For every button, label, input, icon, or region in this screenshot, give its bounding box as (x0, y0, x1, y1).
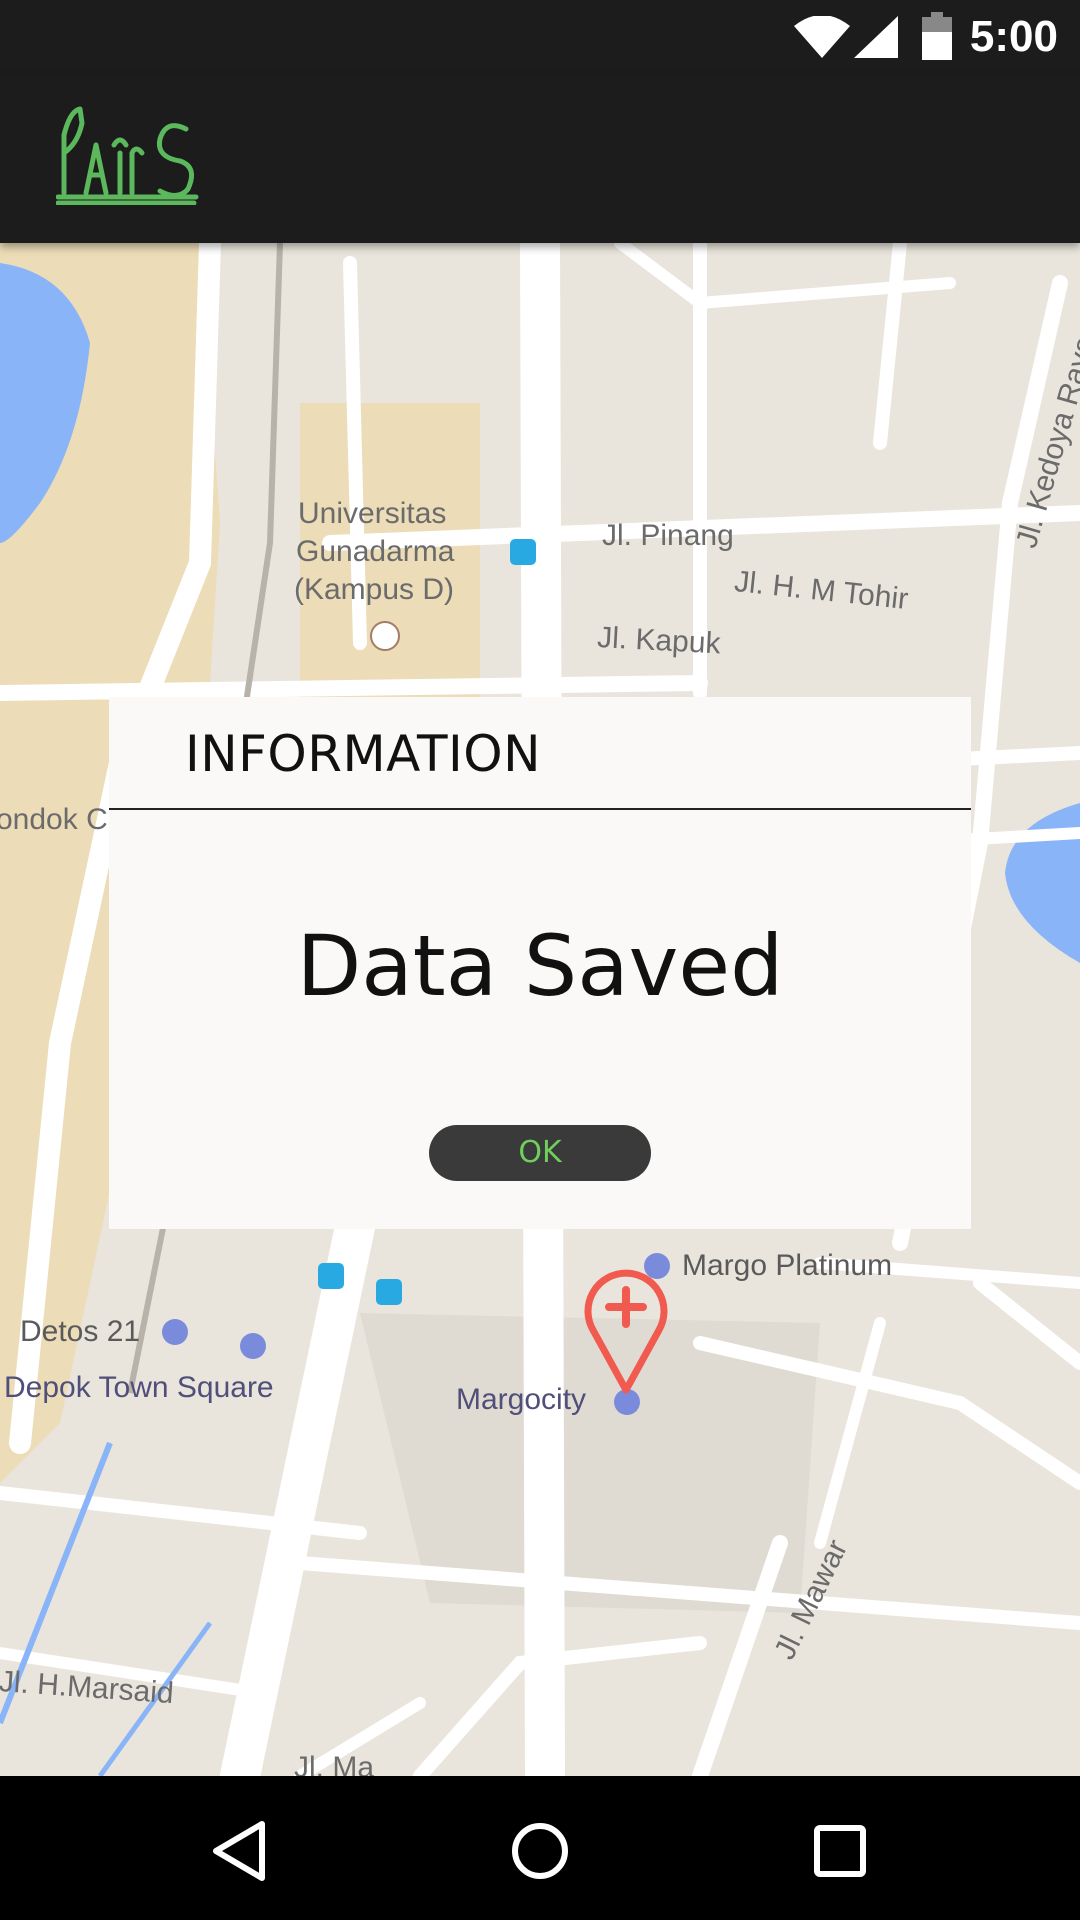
ok-button[interactable]: OK (429, 1125, 651, 1181)
map-label: Depok Town Square (4, 1371, 274, 1404)
dialog-message: Data Saved (296, 917, 784, 1015)
map-label: Jl. Kapuk (596, 621, 722, 661)
dialog-title: INFORMATION (185, 725, 542, 783)
map-label: Detos 21 (20, 1315, 141, 1348)
map-label: Gunadarma (296, 535, 455, 568)
back-icon[interactable] (196, 1806, 286, 1896)
navigation-bar (0, 1776, 1080, 1920)
map-label: Jl. Pinang (602, 519, 734, 552)
information-dialog: INFORMATION Data Saved OK (109, 697, 971, 1229)
cinema-icon (162, 1319, 188, 1345)
app-logo[interactable] (56, 105, 201, 205)
school-icon (370, 621, 400, 651)
map-label: Jl. Ma (294, 1751, 375, 1777)
map-label: Universitas (298, 497, 447, 530)
map-label: ondok C (0, 803, 108, 836)
status-bar: 5:00 (0, 0, 1080, 75)
dialog-divider (109, 808, 971, 810)
add-location-marker-icon[interactable] (583, 1268, 669, 1394)
shopping-icon (240, 1333, 266, 1359)
recents-icon[interactable] (795, 1806, 885, 1896)
map-label: Margo Platinum (682, 1249, 893, 1282)
battery-icon (922, 12, 952, 60)
map-label: (Kampus D) (294, 573, 455, 606)
bus-stop-icon (376, 1279, 402, 1305)
bus-stop-icon (510, 539, 536, 565)
app-bar (0, 75, 1080, 243)
status-time: 5:00 (969, 12, 1058, 61)
wifi-icon (794, 16, 850, 58)
cell-signal-icon (854, 16, 898, 58)
home-icon[interactable] (495, 1806, 585, 1896)
map-label: Margocity (456, 1383, 587, 1416)
bus-stop-icon (318, 1263, 344, 1289)
